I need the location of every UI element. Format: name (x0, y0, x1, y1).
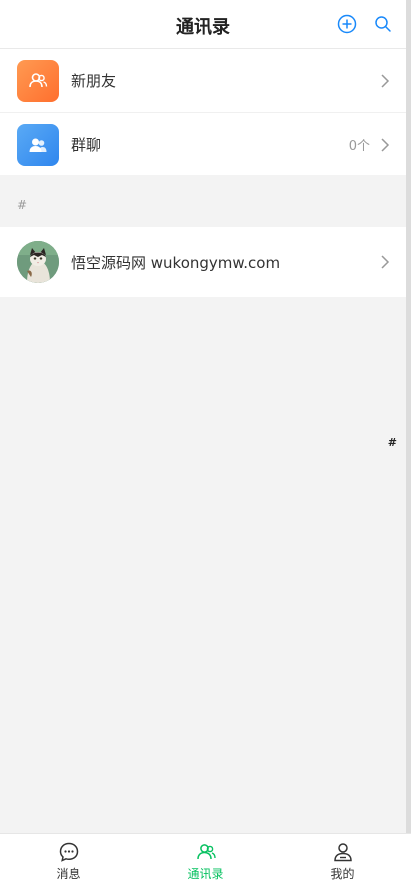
search-icon (375, 16, 391, 32)
cat-photo-icon (17, 241, 59, 283)
contact-avatar (17, 241, 59, 283)
scroll-edge (406, 0, 411, 834)
contacts-page: 通讯录 新朋友 群聊 0个 # 悟空源码网 wukongymw.com # 消息… (0, 0, 411, 887)
tab-profile[interactable]: 我的 (274, 834, 411, 887)
new-friends-label: 新朋友 (71, 72, 117, 90)
chevron-right-icon (381, 137, 390, 152)
chat-bubble-icon (59, 842, 78, 862)
tab-messages[interactable]: 消息 (0, 834, 137, 887)
tab-messages-label: 消息 (56, 867, 81, 881)
add-button[interactable] (336, 13, 358, 35)
section-header-hash: # (17, 198, 28, 212)
tab-contacts-label: 通讯录 (187, 867, 224, 881)
contact-name: 悟空源码网 wukongymw.com (71, 253, 281, 272)
top-list: 新朋友 群聊 0个 (0, 49, 406, 175)
new-friends-avatar (17, 59, 59, 102)
index-bar-hash[interactable]: # (388, 436, 397, 449)
group-chat-icon (29, 138, 47, 152)
profile-icon (333, 843, 352, 862)
contact-list: 悟空源码网 wukongymw.com (0, 227, 406, 297)
plus-circle-icon (337, 14, 357, 34)
tab-profile-label: 我的 (330, 867, 355, 881)
tab-contacts[interactable]: 通讯录 (137, 834, 274, 887)
chevron-right-icon (381, 255, 390, 269)
group-chat-avatar (17, 123, 59, 166)
bottom-tab-bar: 消息 通讯录 我的 (0, 833, 411, 887)
user-group-icon (29, 72, 48, 87)
top-bar: 通讯录 (0, 0, 406, 49)
chevron-right-icon (381, 73, 390, 88)
contact-row[interactable]: 悟空源码网 wukongymw.com (0, 227, 406, 297)
group-count: 0个 (348, 139, 370, 154)
list-item-new-friends[interactable]: 新朋友 (0, 49, 406, 112)
search-button[interactable] (372, 13, 394, 35)
list-item-group-chat[interactable]: 群聊 0个 (0, 112, 406, 176)
contacts-icon (196, 844, 216, 860)
group-chat-label: 群聊 (71, 136, 102, 154)
